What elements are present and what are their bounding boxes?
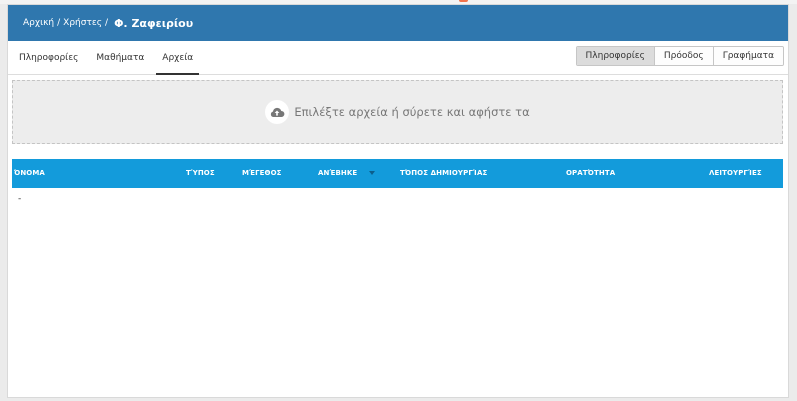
tab-bar: Πληροφορίες Μαθήματα Αρχεία [13,41,205,75]
table-header: ΌΝΟΜΑ ΤΎΠΟΣ ΜΈΓΕΘΟΣ ΑΝΈΒΗΚΕ ΤΌΠΟΣ ΔΗΜΙΟΥ… [12,159,783,188]
column-header-actions: ΛΕΙΤΟΥΡΓΊΕΣ [709,169,762,177]
progress-view-button[interactable]: Πρόοδος [653,47,713,65]
column-header-name[interactable]: ΌΝΟΜΑ [14,159,45,188]
cloud-upload-icon [265,100,290,124]
tab-courses[interactable]: Μαθήματα [90,41,150,75]
column-header-uploaded[interactable]: ΑΝΈΒΗΚΕ [318,159,376,188]
tabs-row: Πληροφορίες Μαθήματα Αρχεία Πληροφορίες … [8,41,788,75]
files-table: ΌΝΟΜΑ ΤΎΠΟΣ ΜΈΓΕΘΟΣ ΑΝΈΒΗΚΕ ΤΌΠΟΣ ΔΗΜΙΟΥ… [12,159,783,228]
column-header-size[interactable]: ΜΈΓΕΘΟΣ [242,159,282,188]
file-dropzone[interactable]: Επιλέξτε αρχεία ή σύρετε και αφήστε τα [12,80,783,144]
view-button-group: Πληροφορίες Πρόοδος Γραφήματα [575,46,784,66]
column-header-type[interactable]: ΤΎΠΟΣ [186,159,215,188]
column-header-visibility[interactable]: ΟΡΑΤΌΤΗΤΑ [566,159,615,188]
column-header-creation-place[interactable]: ΤΌΠΟΣ ΔΗΜΙΟΥΡΓΊΑΣ [400,159,487,188]
breadcrumb-separator: / [105,18,109,28]
panel-header: Αρχική / Χρήστες / Φ. Ζαφειρίου [8,5,788,41]
breadcrumb-home-link[interactable]: Αρχική [23,18,54,28]
tab-info[interactable]: Πληροφορίες [13,41,84,75]
empty-cell: - [18,194,22,204]
table-body: - [12,188,783,228]
column-header-uploaded-label: ΑΝΈΒΗΚΕ [318,169,358,177]
dropzone-text: Επιλέξτε αρχεία ή σύρετε και αφήστε τα [294,105,530,119]
info-view-button[interactable]: Πληροφορίες [576,47,654,65]
breadcrumb-separator: / [57,18,61,28]
sort-desc-icon [369,171,376,175]
breadcrumb: Αρχική / Χρήστες / Φ. Ζαφειρίου [23,17,193,30]
page-title: Φ. Ζαφειρίου [114,16,194,30]
tab-files[interactable]: Αρχεία [156,41,200,75]
user-files-panel: Αρχική / Χρήστες / Φ. Ζαφειρίου Πληροφορ… [7,4,789,398]
breadcrumb-users-link[interactable]: Χρήστες [63,18,102,28]
charts-view-button[interactable]: Γραφήματα [712,47,783,65]
accent-marker [459,0,468,2]
